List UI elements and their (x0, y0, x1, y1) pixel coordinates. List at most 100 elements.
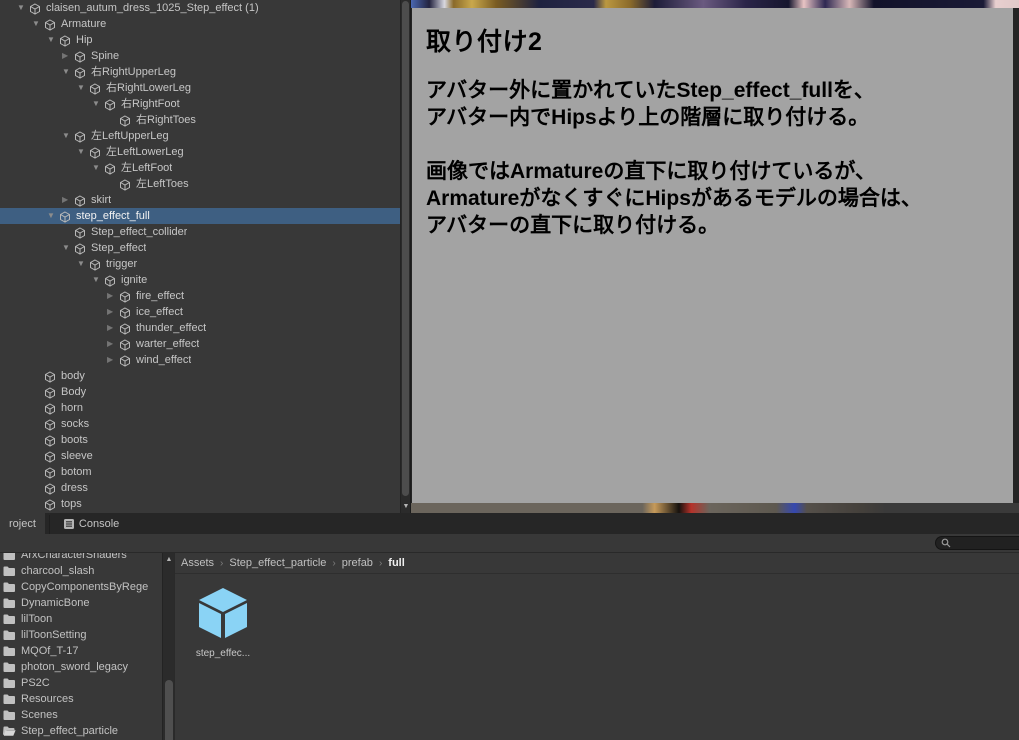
hierarchy-row[interactable]: ▼ Armature (0, 16, 400, 32)
hierarchy-row[interactable]: ▼ 右RightFoot (0, 96, 400, 112)
hierarchy-row[interactable]: body (0, 368, 400, 384)
hierarchy-row[interactable]: ▶ skirt (0, 192, 400, 208)
gameobject-cube-icon (104, 99, 116, 111)
hierarchy-row[interactable]: ▼ 左LeftLowerLeg (0, 144, 400, 160)
hierarchy-row[interactable]: Body (0, 384, 400, 400)
folder-icon (3, 614, 16, 625)
chevron-right-icon[interactable]: ▶ (107, 352, 119, 368)
gameobject-cube-icon (44, 387, 56, 399)
hierarchy-scrollbar-thumb[interactable] (402, 1, 409, 496)
hierarchy-row[interactable]: ▼ Hip (0, 32, 400, 48)
breadcrumb-assets[interactable]: Assets (181, 557, 214, 569)
folder-name-label: Step_effect_particle (21, 723, 118, 739)
gameobject-cube-icon (89, 147, 101, 159)
chevron-down-icon[interactable]: ▼ (32, 16, 44, 32)
chevron-down-icon[interactable]: ▼ (77, 144, 89, 160)
hierarchy-row[interactable]: ▼ 右RightUpperLeg (0, 64, 400, 80)
hierarchy-row[interactable]: horn (0, 400, 400, 416)
hierarchy-row[interactable]: ▶ thunder_effect (0, 320, 400, 336)
chevron-down-icon[interactable]: ▼ (17, 0, 29, 16)
gameobject-cube-icon (119, 179, 131, 191)
asset-item-prefab[interactable]: step_effec... (192, 586, 254, 659)
hierarchy-row[interactable]: ▶ warter_effect (0, 336, 400, 352)
hierarchy-row[interactable]: ▼ claisen_autum_dress_1025_Step_effect (… (0, 0, 400, 16)
tab-divider (49, 515, 50, 534)
project-folder-item[interactable]: Scenes (0, 707, 162, 723)
breadcrumb-prefab[interactable]: prefab (342, 557, 373, 569)
project-folder-item[interactable]: Step_effect_particle (0, 723, 162, 739)
hierarchy-row[interactable]: ▼ Step_effect (0, 240, 400, 256)
chevron-down-icon[interactable]: ▼ (62, 240, 74, 256)
project-folder-item[interactable]: Resources (0, 691, 162, 707)
folder-name-label: Resources (21, 691, 74, 707)
project-folder-item[interactable]: PS2C (0, 675, 162, 691)
hierarchy-row[interactable]: sleeve (0, 448, 400, 464)
scene-view[interactable]: 取り付け2 アバター外に置かれていたStep_effect_fullを、 アバタ… (410, 0, 1019, 513)
hierarchy-row[interactable]: 左LeftToes (0, 176, 400, 192)
chevron-down-icon[interactable]: ▼ (92, 272, 104, 288)
project-folder-item[interactable]: photon_sword_legacy (0, 659, 162, 675)
chevron-right-icon[interactable]: ▶ (107, 288, 119, 304)
project-folder-list: ArxCharacterShaders charcool_slash CopyC… (0, 553, 162, 739)
gameobject-cube-icon (74, 131, 86, 143)
hierarchy-panel: ▼ claisen_autum_dress_1025_Step_effect (… (0, 0, 400, 513)
chevron-down-icon[interactable]: ▼ (77, 80, 89, 96)
hierarchy-row[interactable]: 右RightToes (0, 112, 400, 128)
hierarchy-row[interactable]: ▼ ignite (0, 272, 400, 288)
hierarchy-row[interactable]: ▶ ice_effect (0, 304, 400, 320)
folder-icon (3, 646, 16, 657)
project-folder-item[interactable]: lilToonSetting (0, 627, 162, 643)
chevron-right-icon[interactable]: ▶ (107, 320, 119, 336)
hierarchy-row[interactable]: dress (0, 480, 400, 496)
gameobject-cube-icon (44, 19, 56, 31)
chevron-right-icon[interactable]: ▶ (107, 304, 119, 320)
breadcrumb-step-effect-particle[interactable]: Step_effect_particle (229, 557, 326, 569)
folder-scrollbar-thumb[interactable] (165, 680, 173, 740)
gameobject-cube-icon (44, 419, 56, 431)
hierarchy-row[interactable]: socks (0, 416, 400, 432)
chevron-down-icon[interactable]: ▼ (47, 208, 59, 224)
chevron-down-icon[interactable]: ▼ (47, 32, 59, 48)
tab-project[interactable]: roject (0, 513, 45, 534)
chevron-down-icon[interactable]: ▼ (62, 128, 74, 144)
tab-console[interactable]: Console (54, 513, 128, 534)
instruction-paragraph-2: 画像ではArmatureの直下に取り付けているが、 Armatureがなくすぐに… (426, 158, 1013, 239)
hierarchy-row[interactable]: tops (0, 496, 400, 512)
hierarchy-row[interactable]: ▼ 左LeftFoot (0, 160, 400, 176)
project-folder-item[interactable]: MQOf_T-17 (0, 643, 162, 659)
chevron-down-icon[interactable]: ▼ (62, 64, 74, 80)
gameobject-cube-icon (119, 115, 131, 127)
hierarchy-row[interactable]: ▼ 右RightLowerLeg (0, 80, 400, 96)
chevron-down-icon[interactable]: ▼ (92, 160, 104, 176)
project-folder-item[interactable]: ArxCharacterShaders (0, 553, 162, 563)
folder-icon (3, 553, 16, 561)
project-folder-item[interactable]: DynamicBone (0, 595, 162, 611)
hierarchy-row[interactable]: botom (0, 464, 400, 480)
hierarchy-row[interactable]: Step_effect_collider (0, 224, 400, 240)
unity-editor-window: ▼ claisen_autum_dress_1025_Step_effect (… (0, 0, 1019, 740)
project-folder-item[interactable]: charcool_slash (0, 563, 162, 579)
hierarchy-item-label: ignite (121, 272, 147, 288)
folder-icon (3, 598, 16, 609)
hierarchy-row[interactable]: ▼ 左LeftUpperLeg (0, 128, 400, 144)
project-folder-item[interactable]: lilToon (0, 611, 162, 627)
hierarchy-row[interactable]: ▶ fire_effect (0, 288, 400, 304)
folder-list-scrollbar[interactable]: ▲ (162, 553, 174, 740)
chevron-down-icon[interactable]: ▼ (77, 256, 89, 272)
folder-name-label: photon_sword_legacy (21, 659, 128, 675)
project-folder-item[interactable]: CopyComponentsByRege (0, 579, 162, 595)
hierarchy-row[interactable]: ▼ trigger (0, 256, 400, 272)
folder-name-label: lilToonSetting (21, 627, 86, 643)
chevron-right-icon[interactable]: ▶ (107, 336, 119, 352)
hierarchy-item-label: sleeve (61, 448, 93, 464)
chevron-right-icon[interactable]: ▶ (62, 48, 74, 64)
hierarchy-row[interactable]: ▶ Spine (0, 48, 400, 64)
search-input[interactable] (935, 536, 1019, 550)
hierarchy-row[interactable]: ▶ wind_effect (0, 352, 400, 368)
hierarchy-scrollbar[interactable]: ▼ (400, 0, 410, 513)
hierarchy-row[interactable]: boots (0, 432, 400, 448)
hierarchy-row[interactable]: ▼ step_effect_full (0, 208, 400, 224)
chevron-down-icon[interactable]: ▼ (92, 96, 104, 112)
hierarchy-item-label: Step_effect (91, 240, 146, 256)
chevron-right-icon[interactable]: ▶ (62, 192, 74, 208)
